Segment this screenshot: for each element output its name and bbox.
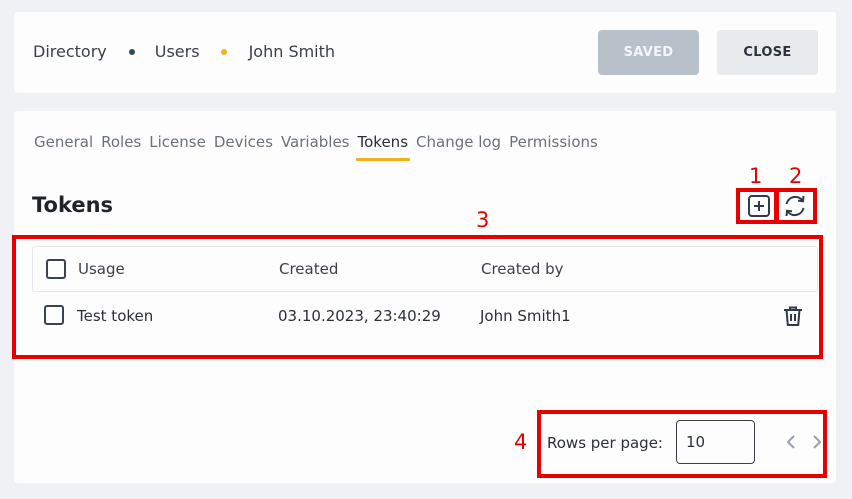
tab-bar: General Roles License Devices Variables … [34, 133, 606, 161]
header-card: Directory Users John Smith SAVED CLOSE [14, 12, 836, 93]
section-title: Tokens [32, 193, 114, 217]
saved-button[interactable]: SAVED [598, 30, 699, 75]
tab-roles[interactable]: Roles [101, 133, 141, 161]
breadcrumb-directory[interactable]: Directory [33, 42, 107, 61]
annotation-box-1 [736, 188, 778, 224]
breadcrumb-separator-dot [128, 48, 135, 55]
tab-variables[interactable]: Variables [281, 133, 350, 161]
annotation-label-3: 3 [476, 208, 490, 232]
tab-tokens[interactable]: Tokens [355, 133, 410, 161]
annotation-label-4: 4 [514, 430, 528, 454]
breadcrumb-separator-dot [220, 48, 227, 55]
breadcrumb-current-user: John Smith [248, 42, 336, 61]
annotation-label-2: 2 [789, 164, 803, 188]
breadcrumb-users[interactable]: Users [155, 42, 200, 61]
breadcrumb: Directory Users John Smith [33, 42, 335, 61]
tab-general[interactable]: General [34, 133, 93, 161]
annotation-box-2 [775, 188, 817, 224]
annotation-label-1: 1 [749, 164, 763, 188]
annotation-box-3 [12, 235, 823, 359]
tab-change-log[interactable]: Change log [416, 133, 501, 161]
tab-license[interactable]: License [149, 133, 206, 161]
tab-permissions[interactable]: Permissions [509, 133, 598, 161]
tab-devices[interactable]: Devices [214, 133, 273, 161]
close-button[interactable]: CLOSE [717, 30, 818, 75]
annotation-box-4 [537, 410, 827, 478]
